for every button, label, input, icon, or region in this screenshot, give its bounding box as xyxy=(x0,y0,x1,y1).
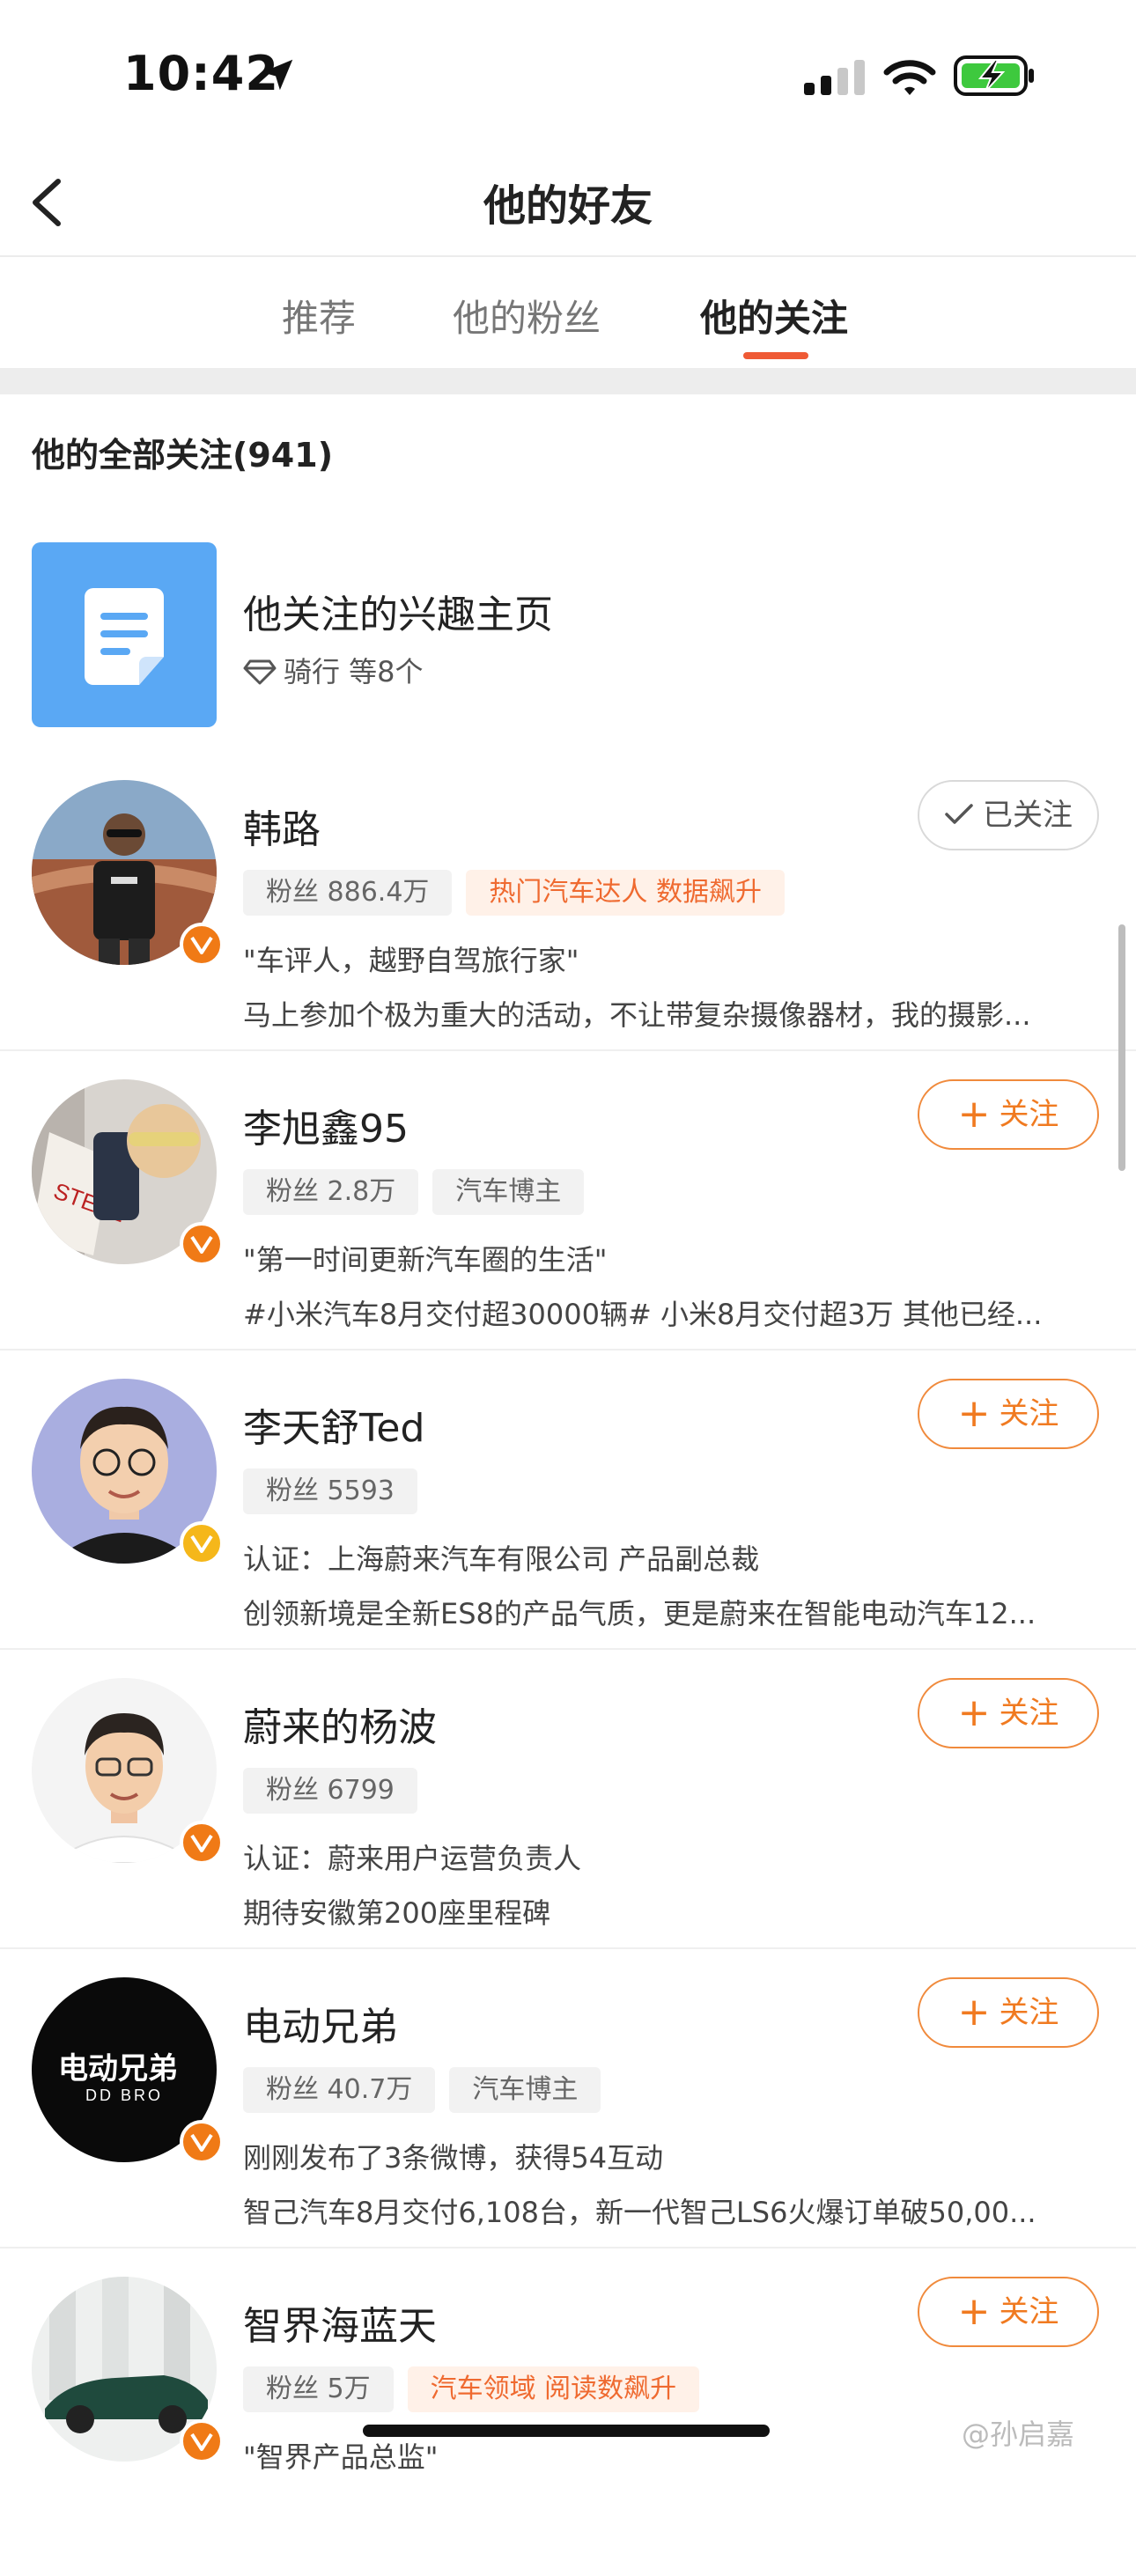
scrollbar[interactable] xyxy=(1118,924,1125,1171)
page-title: 他的好友 xyxy=(483,181,653,231)
follow-button-label: 关注 xyxy=(999,2294,1059,2329)
nav-bar: 他的好友 xyxy=(0,150,1136,257)
user-name[interactable]: 李旭鑫95 xyxy=(243,1097,409,1153)
wifi-icon xyxy=(883,60,936,95)
user-name[interactable]: 李天舒Ted xyxy=(243,1396,424,1453)
follow-button[interactable]: + 关注 xyxy=(918,1079,1099,1150)
user-name[interactable]: 韩路 xyxy=(243,798,321,854)
battery-charging-icon xyxy=(954,55,1034,96)
follow-button-label: 关注 xyxy=(999,1396,1059,1432)
user-latest-post[interactable]: 创领新境是全新ES8的产品气质，更是蔚来在智能电动汽车12... xyxy=(243,1592,1088,1632)
list-item[interactable]: 电动兄弟 DD BRO 电动兄弟 粉丝 40.7万 汽车博主 刚刚发布了3条微博，… xyxy=(0,1977,1136,2277)
list-item[interactable]: 李天舒Ted 粉丝 5593 认证：上海蔚来汽车有限公司 产品副总裁 创领新境是… xyxy=(0,1379,1136,1678)
fans-count-chip: 粉丝 6799 xyxy=(243,1768,417,1814)
check-icon xyxy=(945,804,973,824)
watermark: @孙启嘉 xyxy=(962,2418,1075,2451)
diamond-icon xyxy=(243,659,277,685)
section-separator xyxy=(0,368,1136,394)
user-tags: 粉丝 40.7万 汽车博主 xyxy=(243,2067,615,2113)
follow-button[interactable]: + 关注 xyxy=(918,1379,1099,1449)
avatar-logo-subtext: DD BRO xyxy=(85,2087,163,2104)
interest-page-subtitle-text: 骑行 等8个 xyxy=(284,655,424,688)
tab-his-follows[interactable]: 他的关注 xyxy=(700,289,848,342)
user-latest-post[interactable]: 智己汽车8月交付6,108台，新一代智己LS6火爆订单破50,00... xyxy=(243,2190,1088,2231)
divider xyxy=(0,1648,1136,1650)
user-latest-post[interactable]: #小米汽车8月交付超30000辆# 小米8月交付超3万 其他已经... xyxy=(243,1292,1088,1333)
user-tags: 粉丝 5593 xyxy=(243,1468,432,1514)
verified-badge-icon xyxy=(180,2120,224,2164)
category-tag-chip: 汽车博主 xyxy=(432,1169,585,1215)
plus-icon: + xyxy=(957,1092,991,1137)
interest-page-subtitle: 骑行 等8个 xyxy=(243,650,424,690)
user-bio: "车评人，越野自驾旅行家" xyxy=(243,944,579,977)
user-latest-post[interactable]: 期待安徽第200座里程碑 xyxy=(243,1891,1088,1932)
plus-icon: + xyxy=(957,1690,991,1735)
user-tags: 粉丝 2.8万 汽车博主 xyxy=(243,1169,598,1215)
interest-page-title[interactable]: 他关注的兴趣主页 xyxy=(243,583,553,639)
verified-badge-icon xyxy=(180,923,224,967)
fans-count-chip: 粉丝 5万 xyxy=(243,2366,394,2412)
verified-badge-icon xyxy=(180,1821,224,1865)
verified-badge-icon xyxy=(180,1521,224,1565)
tab-bar: 推荐 他的粉丝 他的关注 xyxy=(0,257,1136,368)
follow-button[interactable]: + 关注 xyxy=(918,1977,1099,2048)
user-verification: 认证：上海蔚来汽车有限公司 产品副总裁 xyxy=(243,1542,760,1576)
user-tags: 粉丝 6799 xyxy=(243,1768,432,1814)
user-verification: 认证：蔚来用户运营负责人 xyxy=(243,1842,582,1875)
cellular-signal-icon xyxy=(804,60,865,95)
fans-count-chip: 粉丝 40.7万 xyxy=(243,2067,436,2113)
fans-count-chip: 粉丝 886.4万 xyxy=(243,870,453,916)
follow-button[interactable]: + 关注 xyxy=(918,2277,1099,2347)
category-tag-chip: 汽车博主 xyxy=(449,2067,601,2113)
user-latest-post[interactable]: 马上参加个极为重大的活动，不让带复杂摄像器材，我的摄影... xyxy=(243,993,1088,1034)
follow-button-label: 关注 xyxy=(999,1097,1059,1132)
active-tab-indicator xyxy=(743,352,808,359)
status-bar: 10:42 xyxy=(0,0,1136,150)
user-tags: 粉丝 886.4万 热门汽车达人 数据飙升 xyxy=(243,870,799,916)
divider xyxy=(0,2247,1136,2248)
interest-page-tile[interactable] xyxy=(32,542,217,727)
document-icon xyxy=(85,588,164,685)
follow-button-label: 关注 xyxy=(999,1995,1059,2030)
fans-count-chip: 粉丝 2.8万 xyxy=(243,1169,419,1215)
user-bio: "第一时间更新汽车圈的生活" xyxy=(243,1243,608,1277)
fans-count-chip: 粉丝 5593 xyxy=(243,1468,417,1514)
plus-icon: + xyxy=(957,1391,991,1436)
followed-button[interactable]: 已关注 xyxy=(918,780,1099,850)
followed-button-label: 已关注 xyxy=(983,798,1073,833)
user-activity: 刚刚发布了3条微博，获得54互动 xyxy=(243,2141,664,2175)
divider xyxy=(0,1947,1136,1949)
user-tags: 粉丝 5万 汽车领域 阅读数飙升 xyxy=(243,2366,713,2412)
divider xyxy=(0,1049,1136,1051)
follow-button-label: 关注 xyxy=(999,1696,1059,1731)
plus-icon: + xyxy=(957,1990,991,2035)
verified-badge-icon xyxy=(180,2419,224,2463)
avatar-logo-text: 电动兄弟 xyxy=(58,2051,178,2087)
status-time: 10:42 xyxy=(123,46,279,101)
divider xyxy=(0,1349,1136,1351)
tab-recommend[interactable]: 推荐 xyxy=(282,289,356,342)
home-indicator[interactable] xyxy=(363,2425,770,2437)
user-name[interactable]: 电动兄弟 xyxy=(243,1995,398,2051)
hot-tag-chip: 热门汽车达人 数据飙升 xyxy=(466,870,785,916)
user-name[interactable]: 智界海蓝天 xyxy=(243,2294,437,2351)
verified-badge-icon xyxy=(180,1222,224,1266)
follow-button[interactable]: + 关注 xyxy=(918,1678,1099,1748)
tab-his-fans[interactable]: 他的粉丝 xyxy=(453,289,601,342)
plus-icon: + xyxy=(957,2289,991,2334)
user-name[interactable]: 蔚来的杨波 xyxy=(243,1696,437,1752)
list-item[interactable]: 韩路 粉丝 886.4万 热门汽车达人 数据飙升 "车评人，越野自驾旅行家" 马上… xyxy=(0,780,1136,1079)
section-title: 他的全部关注(941) xyxy=(32,436,334,475)
location-arrow-icon xyxy=(262,59,293,91)
list-item[interactable]: STEEZ 李旭鑫95 粉丝 2.8万 汽车博主 "第一时间更新汽车圈的生活" #… xyxy=(0,1079,1136,1379)
hot-tag-chip: 汽车领域 阅读数飙升 xyxy=(407,2366,700,2412)
list-item[interactable]: 蔚来的杨波 粉丝 6799 认证：蔚来用户运营负责人 期待安徽第200座里程碑 … xyxy=(0,1678,1136,1977)
